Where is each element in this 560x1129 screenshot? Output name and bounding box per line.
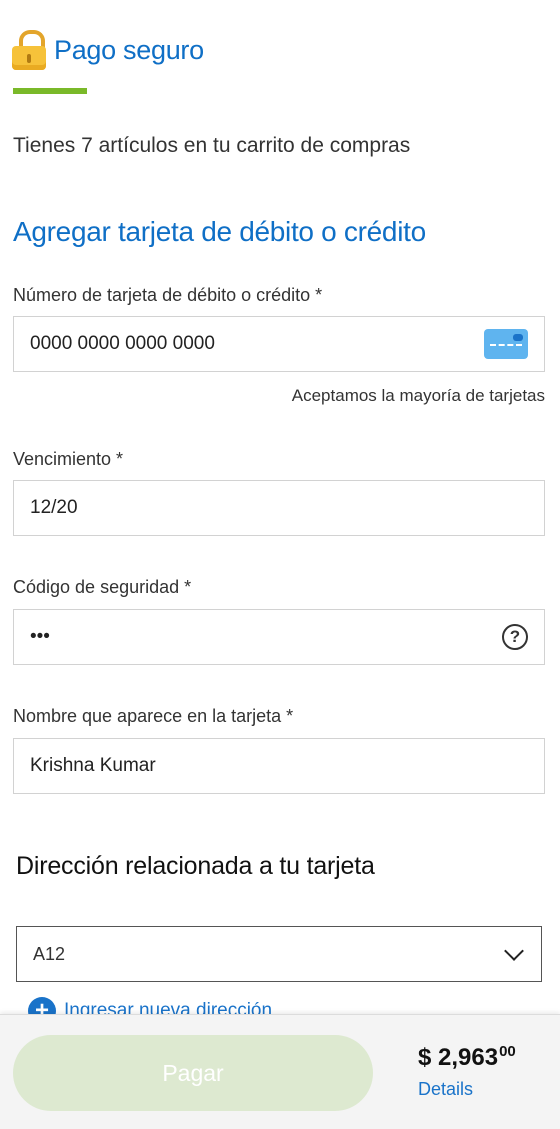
address-selected-value: A12 <box>33 943 66 964</box>
credit-card-icon <box>484 329 528 359</box>
cart-summary-text: Tienes 7 artículos en tu carrito de comp… <box>13 134 411 157</box>
expiry-field[interactable]: 12/20 <box>13 480 545 536</box>
title-underline <box>13 88 87 94</box>
page-title: Pago seguro <box>54 34 204 65</box>
pay-button[interactable]: Pagar <box>13 1035 373 1111</box>
order-total: $ 2,96300 <box>418 1043 516 1072</box>
page-header: Pago seguro <box>12 28 204 72</box>
help-icon[interactable]: ? <box>502 624 528 650</box>
checkout-footer: Pagar $ 2,96300 Details <box>0 1014 560 1129</box>
security-code-label: Código de seguridad * <box>13 577 192 597</box>
address-section-title: Dirección relacionada a tu tarjeta <box>16 852 375 880</box>
card-number-hint: Aceptamos la mayoría de tarjetas <box>291 386 545 405</box>
section-title: Agregar tarjeta de débito o crédito <box>13 216 426 247</box>
security-code-value: ••• <box>30 626 50 647</box>
chevron-down-icon <box>504 941 524 961</box>
order-total-amount: $ 2,963 <box>418 1044 499 1071</box>
expiry-value: 12/20 <box>30 497 78 518</box>
card-number-field[interactable]: 0000 0000 0000 0000 <box>13 316 545 372</box>
security-code-field[interactable]: ••• ? <box>13 609 545 665</box>
address-select[interactable]: A12 <box>16 926 542 982</box>
card-name-label: Nombre que aparece en la tarjeta * <box>13 706 294 726</box>
card-number-label: Número de tarjeta de débito o crédito * <box>13 285 323 305</box>
lock-icon <box>12 28 46 72</box>
card-number-value: 0000 0000 0000 0000 <box>30 333 215 354</box>
card-name-field[interactable]: Krishna Kumar <box>13 738 545 794</box>
details-link[interactable]: Details <box>418 1079 473 1100</box>
card-name-value: Krishna Kumar <box>30 755 156 776</box>
order-total-cents: 00 <box>499 1043 516 1060</box>
expiry-label: Vencimiento * <box>13 449 124 469</box>
